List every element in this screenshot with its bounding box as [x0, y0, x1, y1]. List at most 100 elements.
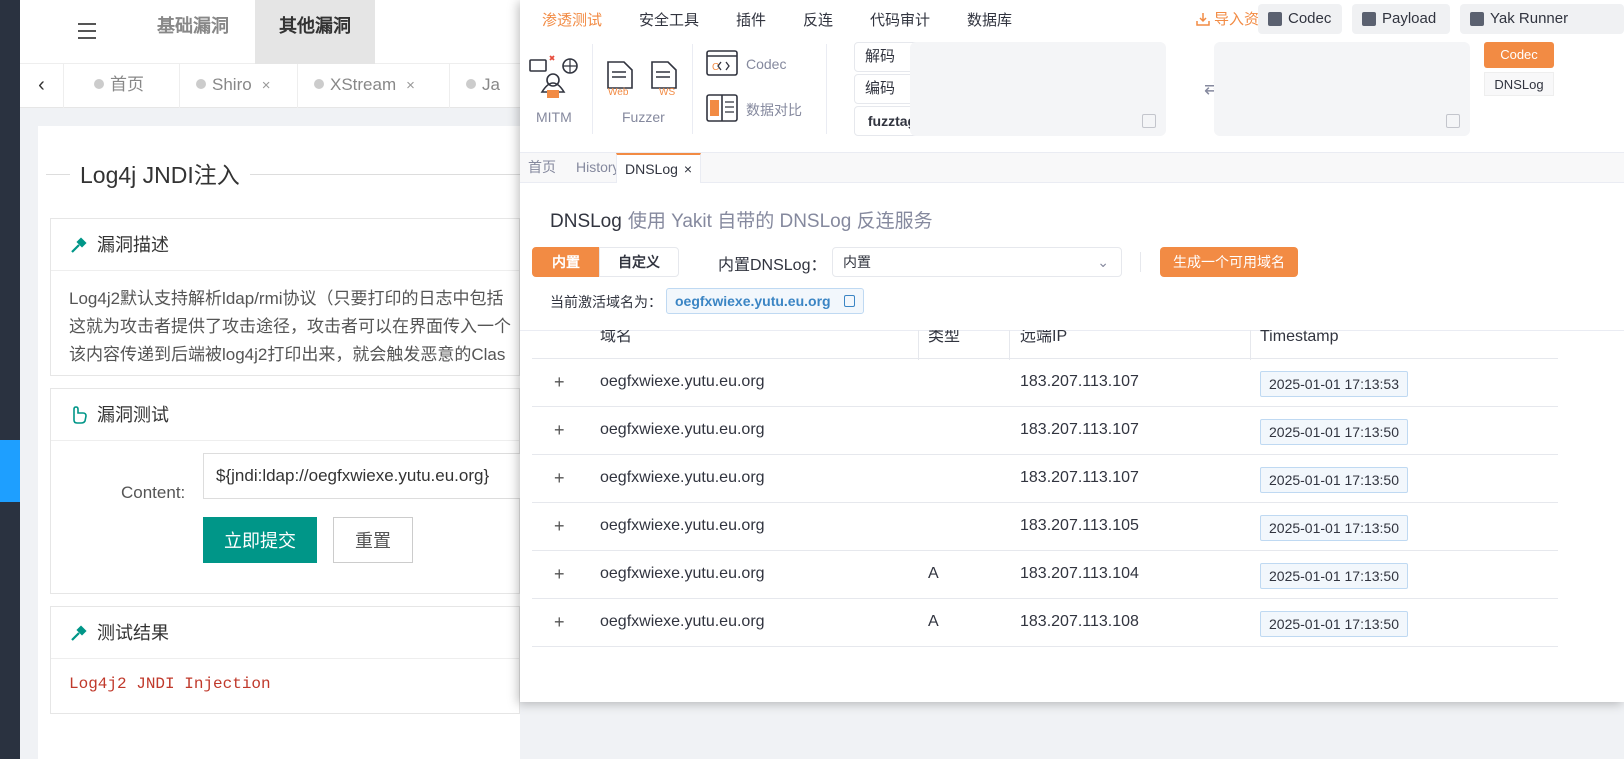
active-domain-value: oegfxwiexe.yutu.eu.org [675, 293, 831, 309]
menu-code-audit[interactable]: 代码审计 [870, 9, 930, 30]
tab-label: XStream [330, 75, 397, 94]
web-fuzzer-icon[interactable]: Web [606, 60, 634, 96]
builtin-dnslog-label: 内置DNSLog： [718, 257, 827, 274]
column-header-domain[interactable]: 域名 [600, 330, 632, 360]
table-row[interactable]: + oegfxwiexe.yutu.eu.org 183.207.113.107… [532, 359, 1558, 407]
nav-tab-other[interactable]: 其他漏洞 [255, 0, 375, 64]
table-row[interactable]: + oegfxwiexe.yutu.eu.org 183.207.113.107… [532, 407, 1558, 455]
table-row[interactable]: + oegfxwiexe.yutu.eu.org 183.207.113.107… [532, 455, 1558, 503]
page-tab-java[interactable]: Ja [450, 64, 520, 108]
mitm-label[interactable]: MITM [536, 109, 572, 125]
content-label: Content: [121, 483, 186, 502]
expand-icon[interactable]: + [554, 421, 565, 439]
payload-pill-button[interactable]: Payload [1352, 4, 1450, 34]
toolbar-divider [826, 44, 827, 134]
cell-timestamp: 2025-01-01 17:13:50 [1260, 611, 1408, 637]
reset-button[interactable]: 重置 [333, 517, 413, 563]
divider [1140, 252, 1141, 272]
menu-toggle-icon[interactable] [72, 18, 102, 46]
sidebar-active-indicator[interactable] [0, 440, 20, 502]
column-header-type[interactable]: 类型 [928, 330, 960, 360]
close-icon[interactable]: × [406, 77, 415, 94]
dropdown-label: 解码 [865, 48, 896, 65]
page-tab-xstream[interactable]: XStream × [298, 64, 450, 108]
page-tab-bar: ‹ 首页 Shiro × XStream × Ja [20, 64, 520, 108]
cell-domain: oegfxwiexe.yutu.eu.org [600, 517, 765, 534]
menu-reverse[interactable]: 反连 [803, 9, 833, 30]
copy-icon[interactable] [1446, 114, 1460, 128]
test-result-panel: 测试结果 Log4j2 JNDI Injection [50, 606, 520, 714]
side-tab-dnslog[interactable]: DNSLog [1484, 72, 1554, 96]
cell-domain: oegfxwiexe.yutu.eu.org [600, 421, 765, 438]
desc-line: Log4j2默认支持解析ldap/rmi协议（只要打印的日志中包括 [69, 289, 504, 308]
cell-timestamp: 2025-01-01 17:13:50 [1260, 419, 1408, 445]
expand-icon[interactable]: + [554, 469, 565, 487]
panel-title: 漏洞描述 [97, 235, 169, 255]
form-divider [520, 330, 1624, 331]
mode-builtin-button[interactable]: 内置 [532, 247, 600, 277]
menu-plugins[interactable]: 插件 [736, 9, 766, 30]
left-sidebar [0, 0, 20, 759]
side-tab-codec[interactable]: Codec [1484, 42, 1554, 68]
select-value: 内置 [843, 254, 871, 270]
expand-icon[interactable]: + [554, 613, 565, 631]
nav-tab-basic[interactable]: 基础漏洞 [138, 0, 248, 64]
tab-back-icon[interactable]: ‹ [20, 64, 64, 108]
tab-home[interactable]: 首页 [520, 153, 564, 183]
cell-ip: 183.207.113.108 [1020, 613, 1139, 630]
content-input[interactable] [203, 453, 523, 499]
web-tag: Web [608, 87, 629, 96]
page-tab-shiro[interactable]: Shiro × [180, 64, 298, 108]
fuzzer-label[interactable]: Fuzzer [622, 109, 665, 125]
codec-output-area[interactable] [1214, 42, 1470, 136]
column-divider[interactable] [1009, 330, 1010, 360]
yak-runner-pill-button[interactable]: Yak Runner [1460, 4, 1624, 34]
expand-icon[interactable]: + [554, 565, 565, 583]
test-result-text: Log4j2 JNDI Injection [69, 675, 271, 693]
ws-fuzzer-icon[interactable]: WS [650, 60, 680, 96]
codec-tool-icon[interactable]: C [706, 50, 738, 78]
expand-icon[interactable]: + [554, 517, 565, 535]
column-header-remote-ip[interactable]: 远端IP [1020, 330, 1067, 360]
chevron-down-icon: ⌄ [1097, 254, 1109, 270]
cell-type: A [928, 565, 939, 582]
cell-timestamp: 2025-01-01 17:13:50 [1260, 563, 1408, 589]
column-divider[interactable] [918, 330, 919, 360]
ws-tag: WS [659, 87, 675, 96]
table-row[interactable]: + oegfxwiexe.yutu.eu.org A 183.207.113.1… [532, 599, 1558, 647]
copy-icon[interactable] [843, 295, 855, 307]
generate-domain-button[interactable]: 生成一个可用域名 [1160, 247, 1298, 277]
page-tab-home[interactable]: 首页 [64, 64, 180, 108]
main-content: Log4j JNDI注入 漏洞描述 Log4j2默认支持解析ldap/rmi协议… [38, 126, 523, 759]
menu-pentest[interactable]: 渗透测试 [542, 9, 602, 30]
active-domain-tag[interactable]: oegfxwiexe.yutu.eu.org [666, 288, 864, 314]
dropdown-label: 编码 [865, 80, 896, 97]
close-icon[interactable]: × [262, 77, 271, 94]
yakit-window: 渗透测试 安全工具 插件 反连 代码审计 数据库 导入资源 Codec Payl… [520, 0, 1624, 702]
codec-input-area[interactable] [910, 42, 1166, 136]
close-icon[interactable]: × [684, 161, 692, 177]
cell-timestamp: 2025-01-01 17:13:53 [1260, 371, 1408, 397]
panel-header: 漏洞描述 [51, 219, 519, 271]
mode-custom-button[interactable]: 自定义 [599, 247, 679, 277]
dnslog-subtitle: 使用 Yakit 自带的 DNSLog 反连服务 [627, 211, 933, 232]
column-divider[interactable] [1250, 330, 1251, 360]
codec-tool-label[interactable]: Codec [746, 56, 786, 72]
mitm-icon[interactable] [528, 52, 578, 102]
submit-button[interactable]: 立即提交 [203, 517, 317, 563]
tab-dnslog[interactable]: DNSLog × [616, 153, 702, 183]
copy-icon[interactable] [1142, 114, 1156, 128]
column-header-timestamp[interactable]: Timestamp [1260, 330, 1339, 360]
menu-database[interactable]: 数据库 [967, 9, 1012, 30]
hand-pointer-icon [73, 406, 87, 424]
expand-icon[interactable]: + [554, 373, 565, 391]
menu-security-tools[interactable]: 安全工具 [639, 9, 699, 30]
codec-pill-button[interactable]: Codec [1258, 4, 1342, 34]
data-compare-label[interactable]: 数据对比 [746, 100, 802, 120]
table-row[interactable]: + oegfxwiexe.yutu.eu.org A 183.207.113.1… [532, 551, 1558, 599]
data-compare-icon[interactable] [706, 94, 738, 122]
vuln-description-text: Log4j2默认支持解析ldap/rmi协议（只要打印的日志中包括 这就为攻击者… [51, 271, 519, 369]
table-row[interactable]: + oegfxwiexe.yutu.eu.org 183.207.113.105… [532, 503, 1558, 551]
pill-label: Payload [1382, 10, 1437, 27]
builtin-dnslog-select[interactable]: 内置 ⌄ [832, 247, 1122, 277]
